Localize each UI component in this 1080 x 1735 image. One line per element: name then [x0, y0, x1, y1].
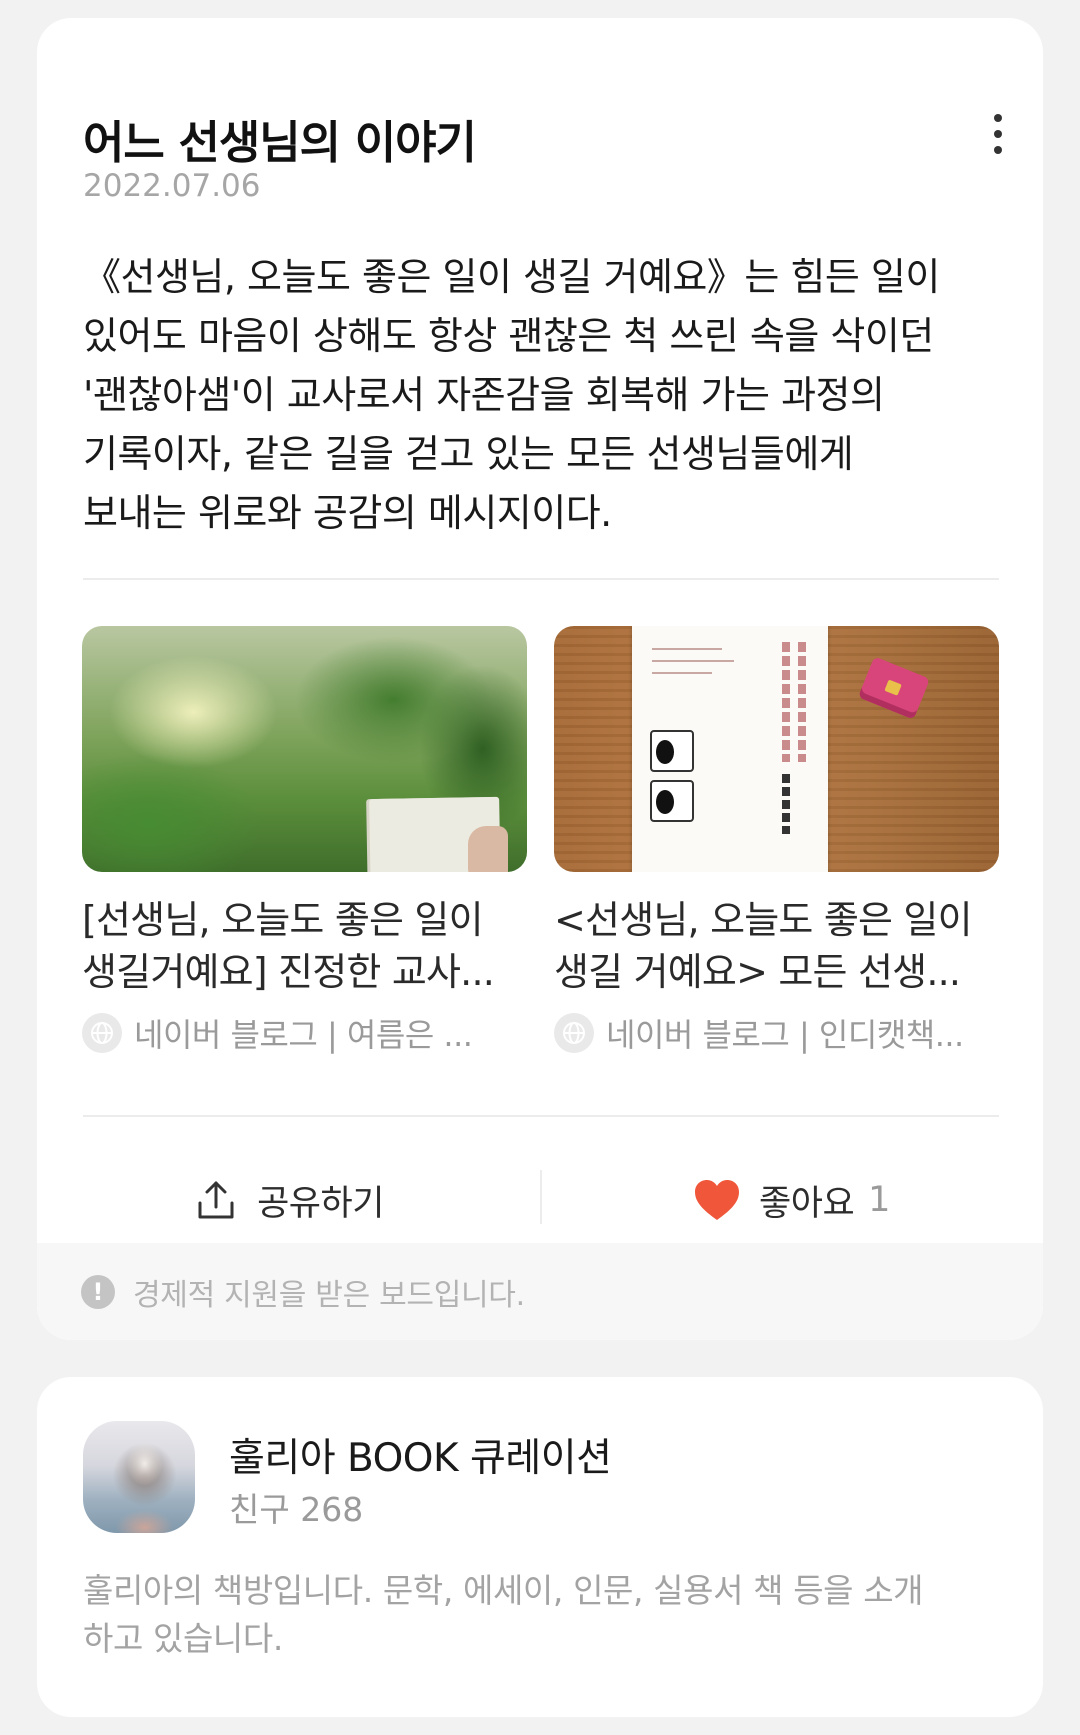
post-body-line: 기록이자, 같은 길을 걷고 있는 모든 선생님들에게: [83, 432, 854, 476]
post-body: 《선생님, 오늘도 좋은 일이 생길 거예요》는 힘든 일이 있어도 마음이 상…: [83, 248, 1008, 543]
post-body-line: 있어도 마음이 상해도 항상 괜찮은 척 쓰린 속을 삭이던: [83, 314, 934, 358]
like-label: 좋아요: [759, 1183, 855, 1224]
profile-friends-count: 친구 268: [229, 1490, 364, 1529]
link-thumbnail: [554, 626, 999, 872]
hand-image: [468, 826, 508, 872]
post-body-line: 《선생님, 오늘도 좋은 일이 생길 거예요》는 힘든 일이: [83, 255, 940, 299]
action-separator: [540, 1170, 542, 1224]
post-title: 어느 선생님의 이야기: [83, 116, 477, 169]
more-vertical-icon-dot: [994, 130, 1002, 138]
post-date: 2022.07.06: [83, 168, 261, 204]
profile-description-line: 훌리아의 책방입니다. 문학, 에세이, 인문, 실용서 책 등을 소개: [83, 1571, 924, 1610]
share-label: 공유하기: [257, 1183, 384, 1224]
link-source-text: 네이버 블로그 | 여름은 ...: [134, 1016, 473, 1054]
action-bar: 공유하기 좋아요 1: [37, 1150, 1043, 1250]
cover-subtitle-mark: [782, 774, 790, 834]
link-title-line: 생길 거예요> 모든 선생...: [554, 950, 961, 994]
link-source: 네이버 블로그 | 여름은 ...: [82, 1010, 527, 1056]
book-cover-image: [632, 626, 828, 872]
globe-icon: [82, 1013, 122, 1053]
info-icon: !: [81, 1274, 115, 1309]
globe-icon: [554, 1013, 594, 1053]
link-card[interactable]: <선생님, 오늘도 좋은 일이 생길 거예요> 모든 선생... 네이버 블로그…: [554, 626, 999, 1056]
post-body-line: '괜찮아샘'이 교사로서 자존감을 회복해 가는 과정의: [83, 373, 885, 417]
more-vertical-icon-dot: [994, 146, 1002, 154]
cover-text-mark: [652, 648, 722, 650]
cover-text-mark: [652, 672, 712, 674]
divider: [83, 578, 999, 580]
profile-description-line: 하고 있습니다.: [83, 1619, 283, 1658]
cover-illustration: [650, 780, 694, 822]
post-body-line: 보내는 위로와 공감의 메시지이다.: [83, 491, 612, 535]
heart-icon: [693, 1178, 741, 1222]
link-card[interactable]: [선생님, 오늘도 좋은 일이 생길거예요] 진정한 교사... 네이버 블로그…: [82, 626, 527, 1056]
link-title: [선생님, 오늘도 좋은 일이 생길거예요] 진정한 교사...: [82, 894, 527, 998]
profile-description: 훌리아의 책방입니다. 문학, 에세이, 인문, 실용서 책 등을 소개 하고 …: [83, 1567, 1003, 1663]
cover-title-mark: [798, 642, 806, 762]
avatar[interactable]: [83, 1421, 195, 1533]
share-button[interactable]: 공유하기: [37, 1150, 540, 1250]
cover-illustration: [650, 730, 694, 772]
bag-ornament-image: [857, 656, 931, 720]
notice-text: 경제적 지원을 받은 보드입니다.: [133, 1277, 525, 1313]
like-button[interactable]: 좋아요 1: [540, 1150, 1043, 1250]
link-source-text: 네이버 블로그 | 인디캣책...: [606, 1016, 964, 1054]
sponsorship-notice: ! 경제적 지원을 받은 보드입니다.: [37, 1243, 1043, 1340]
link-thumbnail: [82, 626, 527, 872]
profile-name[interactable]: 훌리아 BOOK 큐레이션: [229, 1427, 612, 1483]
more-options-button[interactable]: [983, 104, 1013, 164]
profile-card[interactable]: 훌리아 BOOK 큐레이션 친구 268 훌리아의 책방입니다. 문학, 에세이…: [37, 1377, 1043, 1717]
link-title: <선생님, 오늘도 좋은 일이 생길 거예요> 모든 선생...: [554, 894, 999, 998]
share-icon: [193, 1177, 239, 1223]
link-title-line: 생길거예요] 진정한 교사...: [82, 950, 495, 994]
link-title-line: [선생님, 오늘도 좋은 일이: [82, 898, 484, 942]
like-count: 1: [868, 1180, 890, 1220]
cover-text-mark: [652, 660, 734, 662]
post-card: 어느 선생님의 이야기 2022.07.06 《선생님, 오늘도 좋은 일이 생…: [37, 18, 1043, 1340]
cover-title-mark: [782, 642, 790, 762]
link-title-line: <선생님, 오늘도 좋은 일이: [554, 898, 973, 942]
more-vertical-icon: [994, 114, 1002, 122]
divider: [83, 1115, 999, 1117]
link-source: 네이버 블로그 | 인디캣책...: [554, 1010, 999, 1056]
